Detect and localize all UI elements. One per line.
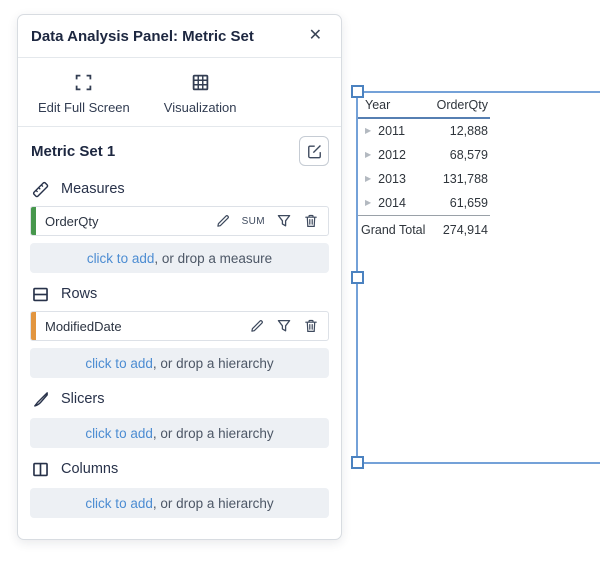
- section-measures: Measures: [31, 177, 327, 201]
- close-button[interactable]: ✕: [303, 26, 328, 46]
- year-cell: 2014: [378, 196, 406, 210]
- expand-icon[interactable]: ▶: [365, 151, 371, 159]
- year-cell: 2011: [378, 124, 405, 138]
- grand-total-label: Grand Total: [358, 223, 443, 237]
- delete-hierarchy-icon[interactable]: [303, 318, 319, 334]
- aggregate-label[interactable]: SUM: [242, 216, 265, 227]
- visualization-grid-icon: [191, 73, 210, 92]
- metric-set-title: Metric Set 1: [31, 143, 115, 160]
- drop-hint: , or drop a measure: [154, 251, 272, 266]
- section-rows: Rows: [31, 282, 327, 306]
- metric-set-header: Metric Set 1: [18, 127, 341, 168]
- value-cell: 131,788: [443, 172, 490, 186]
- edit-hierarchy-icon[interactable]: [249, 318, 265, 334]
- click-to-add-link[interactable]: click to add: [85, 426, 153, 441]
- row-field-modifieddate[interactable]: ModifiedDate: [30, 311, 329, 341]
- column-header-orderqty[interactable]: OrderQty: [437, 98, 490, 112]
- edit-full-screen-label: Edit Full Screen: [38, 100, 130, 115]
- edit-metric-set-button[interactable]: [299, 136, 329, 166]
- ruler-icon: [31, 180, 50, 199]
- year-cell: 2013: [378, 172, 406, 186]
- selection-handle-bottom-left[interactable]: [351, 456, 364, 469]
- add-column-hierarchy-bar[interactable]: click to add, or drop a hierarchy: [30, 488, 329, 518]
- visualization-label: Visualization: [164, 100, 237, 115]
- measure-field-orderqty[interactable]: OrderQty SUM: [30, 206, 329, 236]
- measure-name: OrderQty: [36, 214, 215, 229]
- table-header-row: Year OrderQty: [358, 93, 490, 119]
- close-icon: ✕: [309, 27, 322, 44]
- expand-icon[interactable]: ▶: [365, 175, 371, 183]
- data-analysis-panel: Data Analysis Panel: Metric Set ✕ Edit F…: [17, 14, 342, 540]
- click-to-add-link[interactable]: click to add: [85, 496, 153, 511]
- edit-measure-icon[interactable]: [215, 213, 231, 229]
- table-visualization[interactable]: Year OrderQty ▶2011 12,888 ▶2012 68,579 …: [358, 93, 490, 243]
- knife-icon: [31, 390, 50, 409]
- section-columns: Columns: [31, 457, 327, 481]
- panel-toolbar: Edit Full Screen Visualization: [18, 58, 341, 127]
- add-row-hierarchy-bar[interactable]: click to add, or drop a hierarchy: [30, 348, 329, 378]
- value-cell: 12,888: [450, 124, 490, 138]
- value-cell: 61,659: [450, 196, 490, 210]
- drop-hint: , or drop a hierarchy: [153, 356, 274, 371]
- edit-in-square-icon: [306, 143, 323, 160]
- hierarchy-name: ModifiedDate: [36, 319, 249, 334]
- drop-hint: , or drop a hierarchy: [153, 496, 274, 511]
- grand-total-value: 274,914: [443, 223, 490, 237]
- panel-title-bar: Data Analysis Panel: Metric Set ✕: [18, 15, 341, 58]
- table-row[interactable]: ▶ 2012 68,579: [358, 143, 490, 167]
- panel-title: Data Analysis Panel: Metric Set: [31, 28, 254, 45]
- table-row[interactable]: ▶ 2013 131,788: [358, 167, 490, 191]
- measures-title: Measures: [61, 181, 125, 197]
- grand-total-row: Grand Total 274,914: [358, 215, 490, 243]
- fullscreen-icon: [74, 73, 93, 92]
- delete-measure-icon[interactable]: [303, 213, 319, 229]
- click-to-add-link[interactable]: click to add: [85, 356, 153, 371]
- filter-hierarchy-icon[interactable]: [276, 318, 292, 334]
- selection-border-bottom: [357, 462, 600, 464]
- visualization-button[interactable]: Visualization: [156, 73, 245, 115]
- expand-icon[interactable]: ▶: [365, 127, 371, 135]
- columns-title: Columns: [61, 461, 118, 477]
- rows-title: Rows: [61, 286, 97, 302]
- year-cell: 2012: [378, 148, 406, 162]
- add-measure-bar[interactable]: click to add, or drop a measure: [30, 243, 329, 273]
- column-header-year[interactable]: Year: [358, 98, 437, 112]
- table-row[interactable]: ▶ 2011 12,888: [358, 119, 490, 143]
- value-cell: 68,579: [450, 148, 490, 162]
- edit-full-screen-button[interactable]: Edit Full Screen: [30, 73, 138, 115]
- rows-icon: [31, 285, 50, 304]
- expand-icon[interactable]: ▶: [365, 199, 371, 207]
- selection-handle-mid-left[interactable]: [351, 271, 364, 284]
- canvas: Year OrderQty ▶2011 12,888 ▶2012 68,579 …: [0, 0, 600, 564]
- table-row[interactable]: ▶ 2014 61,659: [358, 191, 490, 215]
- add-slicer-bar[interactable]: click to add, or drop a hierarchy: [30, 418, 329, 448]
- filter-measure-icon[interactable]: [276, 213, 292, 229]
- slicers-title: Slicers: [61, 391, 105, 407]
- click-to-add-link[interactable]: click to add: [87, 251, 155, 266]
- columns-icon: [31, 460, 50, 479]
- drop-hint: , or drop a hierarchy: [153, 426, 274, 441]
- section-slicers: Slicers: [31, 387, 327, 411]
